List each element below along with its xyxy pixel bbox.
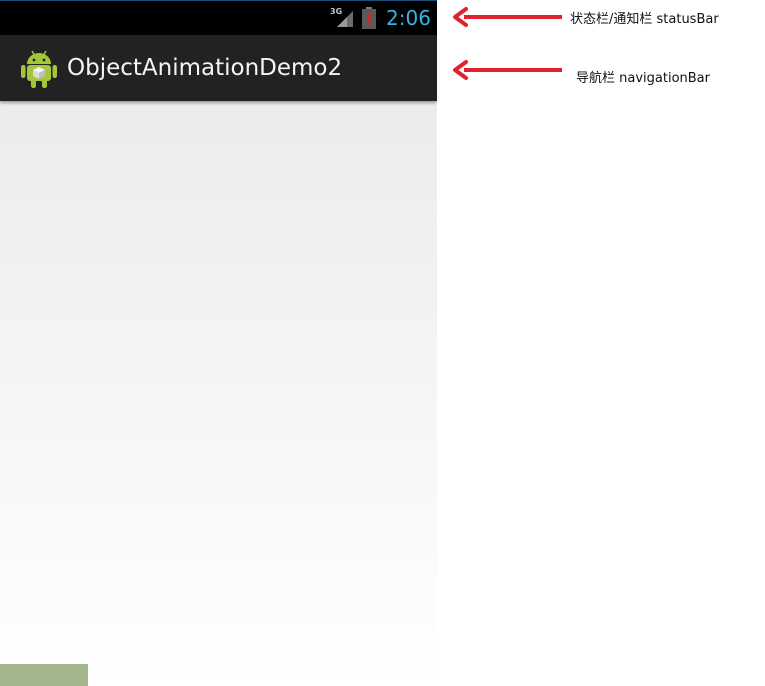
action-bar: ObjectAnimationDemo2 <box>0 35 437 101</box>
navigation-bar-arrow-icon <box>453 60 562 80</box>
animated-view <box>0 664 88 686</box>
status-bar-arrow-icon <box>453 7 562 27</box>
status-clock: 2:06 <box>386 6 431 30</box>
battery-alert-icon <box>362 7 376 29</box>
phone-screen: 3G 2:06 ObjectAnimationDemo2 <box>0 0 437 686</box>
signal-icon <box>337 11 353 27</box>
status-bar: 3G 2:06 <box>0 0 437 35</box>
content-area <box>0 101 437 686</box>
app-title: ObjectAnimationDemo2 <box>67 55 343 81</box>
navigation-bar-annotation: 导航栏 navigationBar <box>576 71 710 86</box>
status-bar-annotation: 状态栏/通知栏 statusBar <box>570 12 719 27</box>
android-app-icon[interactable] <box>20 47 58 89</box>
